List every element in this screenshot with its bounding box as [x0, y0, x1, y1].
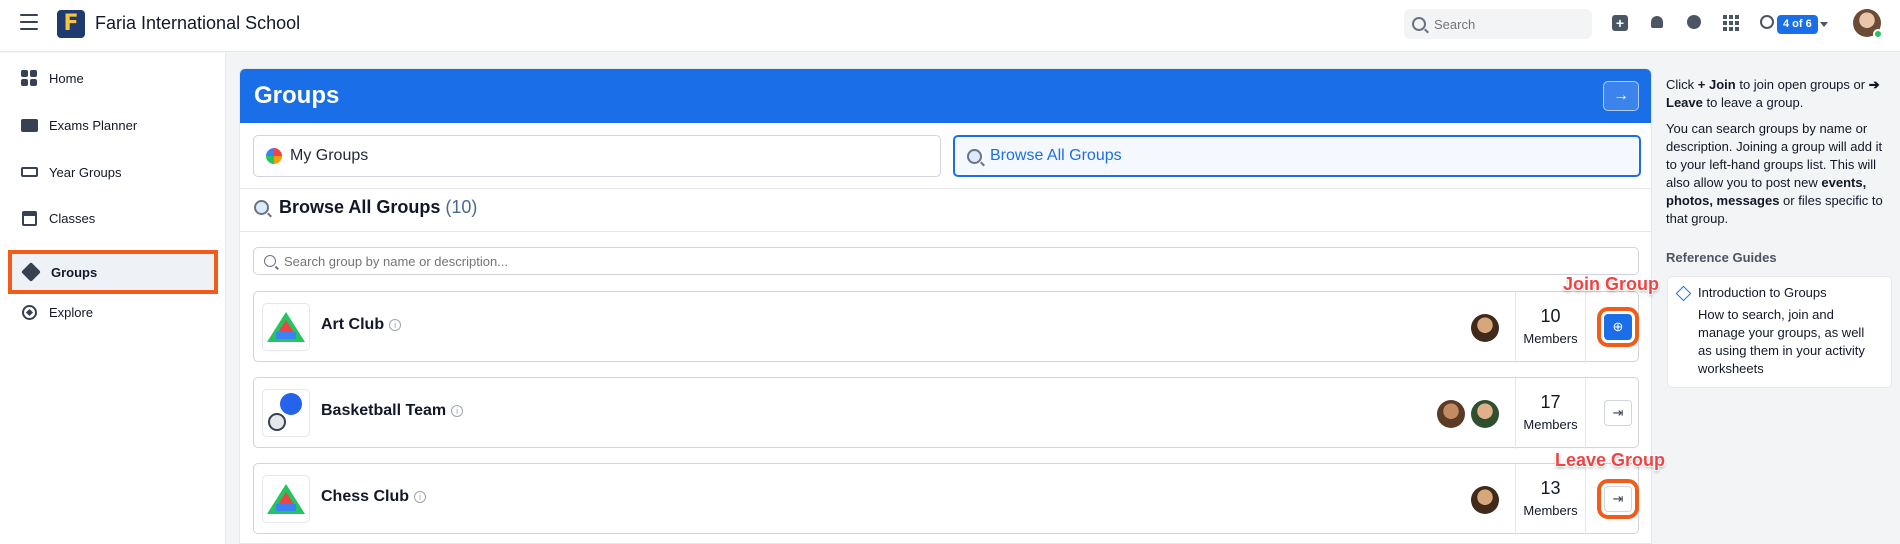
- help-text: to join open groups or: [1735, 77, 1869, 92]
- multicolor-icon: [266, 148, 282, 164]
- app-title: Faria International School: [95, 13, 301, 33]
- member-avatar[interactable]: [1471, 400, 1499, 428]
- chat-icon[interactable]: [1687, 15, 1703, 31]
- leave-group-button[interactable]: ⇥: [1604, 400, 1632, 426]
- join-group-callout: Join Group: [1563, 274, 1659, 294]
- help-text: to leave a group.: [1702, 95, 1804, 110]
- guide-title[interactable]: Introduction to Groups: [1698, 285, 1881, 300]
- school-logo[interactable]: F: [57, 10, 85, 38]
- magnifier-icon: [967, 148, 982, 164]
- art-club-logo: [262, 303, 310, 351]
- arrow-right-icon[interactable]: →: [1603, 81, 1639, 111]
- section-header: Browse All Groups (10): [254, 197, 477, 218]
- info-icon[interactable]: i: [414, 491, 427, 503]
- sidebar-item-classes[interactable]: Classes: [10, 197, 216, 239]
- member-count: 10 Members: [1515, 292, 1586, 363]
- divider: [240, 231, 1651, 232]
- help-join-keyword: + Join: [1697, 77, 1736, 92]
- info-icon[interactable]: i: [451, 405, 464, 417]
- sidebar-item-label: Home: [49, 70, 84, 86]
- member-count-number: 17: [1540, 392, 1561, 412]
- divider: [240, 188, 1651, 189]
- page-title: Groups: [254, 82, 340, 109]
- sidebar-item-label: Classes: [49, 210, 96, 226]
- group-name-label: Chess Club: [321, 488, 410, 505]
- chess-club-logo: [262, 475, 310, 523]
- chevron-down-icon[interactable]: [1820, 22, 1828, 27]
- group-name[interactable]: Chess Club i: [321, 488, 427, 506]
- search-input[interactable]: [1434, 16, 1574, 32]
- home-grid-icon: [20, 69, 38, 87]
- tab-my-groups[interactable]: My Groups: [253, 135, 941, 177]
- member-count: 13 Members: [1515, 464, 1586, 535]
- member-count-label: Members: [1523, 331, 1578, 346]
- bell-icon[interactable]: [1649, 15, 1665, 31]
- apps-grid-icon[interactable]: [1723, 15, 1739, 31]
- online-status-dot: [1873, 29, 1883, 39]
- group-name[interactable]: Art Club i: [321, 316, 402, 334]
- member-count-number: 13: [1540, 478, 1561, 498]
- sidebar-item-year-groups[interactable]: Year Groups: [10, 151, 216, 193]
- year-groups-icon: [20, 163, 38, 181]
- member-count-number: 10: [1540, 306, 1561, 326]
- school-pager-badge[interactable]: 4 of 6: [1777, 15, 1818, 34]
- group-search[interactable]: [253, 247, 1639, 275]
- leave-group-callout: Leave Group: [1555, 450, 1666, 470]
- member-avatar[interactable]: [1471, 314, 1499, 342]
- member-avatar[interactable]: [1437, 400, 1465, 428]
- user-avatar[interactable]: [1853, 9, 1883, 39]
- sidebar-item-explore[interactable]: Explore: [10, 291, 216, 333]
- group-row: Basketball Team i 17 Members ⇥: [253, 377, 1639, 449]
- reference-guide-card[interactable]: Introduction to Groups How to search, jo…: [1667, 276, 1892, 388]
- info-icon[interactable]: i: [389, 319, 402, 331]
- groups-panel: Groups → My Groups Browse All Groups Bro…: [239, 68, 1652, 544]
- group-name-label: Basketball Team: [321, 402, 447, 419]
- guide-description: How to search, join and manage your grou…: [1698, 307, 1865, 376]
- classes-icon: [20, 209, 38, 227]
- help-text: Click: [1666, 77, 1698, 92]
- help-text-join-leave: Click + Join to join open groups or ➔ Le…: [1666, 76, 1892, 112]
- tab-label: Browse All Groups: [990, 147, 1122, 164]
- help-panel: Click + Join to join open groups or ➔ Le…: [1666, 76, 1892, 236]
- member-count-label: Members: [1523, 503, 1578, 518]
- tab-label: My Groups: [290, 147, 369, 164]
- compass-icon: [20, 303, 38, 321]
- member-avatar[interactable]: [1471, 486, 1499, 514]
- search-icon: [1412, 17, 1426, 31]
- reference-guides-title: Reference Guides: [1666, 250, 1777, 265]
- group-name-label: Art Club: [321, 316, 385, 333]
- sidebar-item-label: Explore: [49, 304, 94, 320]
- folder-icon: [20, 116, 38, 134]
- section-title: Browse All Groups: [279, 197, 441, 217]
- group-name[interactable]: Basketball Team i: [321, 402, 464, 420]
- leave-group-button[interactable]: ⇥: [1597, 479, 1639, 519]
- group-row: Art Club i 10 Members ⊕: [253, 291, 1639, 363]
- group-row: Chess Club i 13 Members ⇥: [253, 463, 1639, 535]
- globe-icon[interactable]: [1760, 15, 1776, 31]
- magnifier-icon: [254, 200, 269, 215]
- sidebar-item-exams-planner[interactable]: Exams Planner: [10, 104, 216, 146]
- cube-icon: [21, 262, 41, 282]
- member-count-label: Members: [1523, 417, 1578, 432]
- tab-browse-all-groups[interactable]: Browse All Groups: [953, 135, 1641, 177]
- sidebar-item-groups[interactable]: Groups: [8, 250, 218, 294]
- sidebar-item-home[interactable]: Home: [10, 57, 216, 99]
- join-group-button[interactable]: ⊕: [1597, 307, 1639, 347]
- member-count: 17 Members: [1515, 378, 1586, 449]
- search-icon: [264, 255, 276, 267]
- group-count: (10): [445, 197, 478, 217]
- top-bar: F Faria International School + 4 of 6: [0, 0, 1900, 52]
- sidebar: Home Exams Planner Year Groups Classes G…: [0, 53, 226, 544]
- add-icon[interactable]: +: [1612, 15, 1628, 31]
- sidebar-item-label: Exams Planner: [49, 117, 138, 133]
- cube-icon: [1675, 285, 1692, 302]
- global-search[interactable]: [1404, 9, 1592, 39]
- basketball-team-logo: [262, 389, 310, 437]
- menu-icon[interactable]: [20, 14, 38, 30]
- sidebar-item-label: Year Groups: [49, 164, 122, 180]
- group-search-input[interactable]: [284, 253, 1584, 269]
- help-text-search: You can search groups by name or descrip…: [1666, 120, 1892, 228]
- sidebar-item-label: Groups: [51, 264, 98, 280]
- groups-header: Groups →: [240, 69, 1651, 123]
